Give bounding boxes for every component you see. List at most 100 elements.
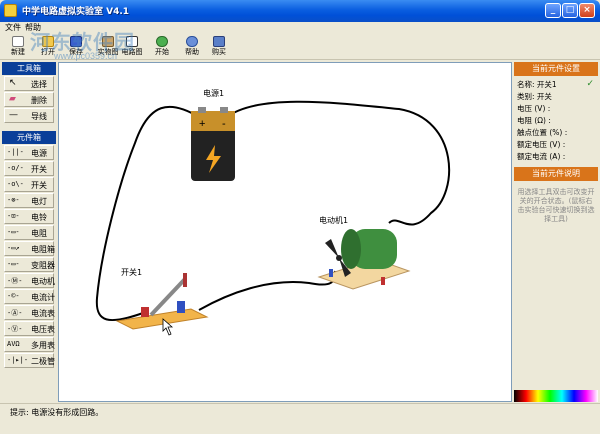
- prop-category: 类别: 开关: [514, 91, 598, 103]
- component-settings-title: 当前元件设置: [514, 62, 598, 76]
- prop-resistance[interactable]: 电阻 (Ω) :: [514, 115, 598, 127]
- schematic-icon: [126, 36, 138, 47]
- status-text: 提示: 电源没有形成回路。: [10, 408, 104, 417]
- tool-wire[interactable]: — 导线: [4, 108, 54, 123]
- switch-symbol-icon: -o\-: [7, 180, 24, 188]
- motor-symbol-icon: -Ⓜ-: [7, 277, 23, 285]
- prop-contact-position[interactable]: 触点位置 (%) :: [514, 127, 598, 139]
- component-label: 电铃: [31, 213, 47, 222]
- component-bell[interactable]: -⊡- 电铃: [4, 209, 54, 224]
- buy-button[interactable]: 购买: [207, 35, 231, 59]
- ammeter-symbol-icon: -Ⓐ-: [7, 309, 23, 317]
- bell-symbol-icon: -⊡-: [7, 212, 20, 220]
- component-description: 用选择工具双击可改变开关的开合状态。(鼠标右击实验台可快速切换到选择工具): [517, 188, 595, 223]
- physical-view-button[interactable]: 实物图: [96, 35, 120, 59]
- app-icon: [4, 4, 17, 17]
- help-icon: [186, 36, 198, 47]
- component-lamp[interactable]: -⊗- 电灯: [4, 193, 54, 208]
- component-resistor[interactable]: -▭- 电阻: [4, 225, 54, 240]
- component-label: 电阻箱: [31, 245, 55, 254]
- prop-rated-voltage-label: 额定电压 (V) :: [517, 140, 566, 149]
- motor-label: 电动机1: [319, 215, 348, 225]
- open-label: 打开: [41, 48, 55, 56]
- component-switch-1[interactable]: -o/- 开关: [4, 161, 54, 176]
- prop-name-label: 名称: 开关1: [517, 80, 557, 89]
- tool-wire-label: 导线: [31, 112, 47, 121]
- component-label: 电动机: [31, 277, 55, 286]
- component-box: 元件箱 -||- 电源 -o/- 开关 -o\- 开关 -⊗- 电灯 -⊡- 电铃 -▭-…: [2, 131, 56, 368]
- menu-bar: 文件 帮助: [0, 22, 600, 34]
- prop-voltage-label: 电压 (V) :: [517, 104, 551, 113]
- new-label: 新建: [11, 48, 25, 56]
- physical-view-icon: [102, 36, 114, 47]
- status-bar: 提示: 电源没有形成回路。: [0, 403, 600, 434]
- component-multimeter[interactable]: AVΩ 多用表: [4, 337, 55, 352]
- rheostat-symbol-icon: -▭-: [7, 260, 20, 268]
- circuit-drawing: + - 电源1 电动机1 开关1: [95, 88, 451, 336]
- component-switch-2[interactable]: -o\- 开关: [4, 177, 54, 192]
- components-title: 元件箱: [2, 131, 56, 144]
- start-button[interactable]: 开始: [150, 35, 174, 59]
- lamp-symbol-icon: -⊗-: [7, 196, 20, 204]
- tool-select[interactable]: ↖ 选择: [4, 76, 54, 91]
- minimize-button[interactable]: _: [545, 3, 561, 18]
- close-button[interactable]: ×: [579, 3, 595, 18]
- component-label: 电源: [31, 149, 47, 158]
- buy-label: 购买: [212, 48, 226, 56]
- check-icon: ✓: [586, 79, 594, 89]
- left-panel: 工具箱 ↖ 选择 ▰ 删除 — 导线 元件箱 -||- 电源 -o/- 开关 -o\…: [2, 62, 56, 402]
- switch-label: 开关1: [121, 267, 142, 277]
- battery[interactable]: + -: [191, 107, 235, 181]
- toolbox-title: 工具箱: [2, 62, 56, 75]
- physical-view-label: 实物图: [97, 48, 119, 56]
- schematic-button[interactable]: 电路图: [120, 35, 144, 59]
- help-label: 帮助: [185, 48, 199, 56]
- menu-file[interactable]: 文件: [5, 22, 21, 33]
- battery-label: 电源1: [203, 88, 224, 98]
- component-label: 电阻: [31, 229, 47, 238]
- save-icon: [70, 36, 82, 47]
- prop-rated-current-label: 额定电流 (A) :: [517, 152, 566, 161]
- component-resistor-box[interactable]: -▭↗ 电阻箱: [4, 241, 55, 256]
- tool-delete[interactable]: ▰ 删除: [4, 92, 54, 107]
- wire-icon: —: [9, 110, 18, 120]
- prop-voltage[interactable]: 电压 (V) :: [514, 103, 598, 115]
- tool-delete-label: 删除: [31, 96, 47, 105]
- component-label: 开关: [31, 165, 47, 174]
- battery-minus: -: [222, 118, 226, 130]
- prop-rated-voltage[interactable]: 额定电压 (V) :: [514, 139, 598, 151]
- component-diode[interactable]: -|▸|- 二极管: [4, 353, 55, 368]
- start-icon: [156, 36, 168, 47]
- resistor-box-symbol-icon: -▭↗: [7, 244, 20, 252]
- prop-contact-label: 触点位置 (%) :: [517, 128, 568, 137]
- prop-rated-current[interactable]: 额定电流 (A) :: [514, 151, 598, 163]
- component-ammeter[interactable]: -Ⓐ- 电流表: [4, 305, 55, 320]
- menu-help[interactable]: 帮助: [25, 22, 41, 33]
- right-panel: 当前元件设置 名称: 开关1 ✓ 类别: 开关 电压 (V) : 电阻 (Ω) …: [514, 62, 598, 402]
- component-label: 二极管: [31, 357, 55, 366]
- tool-select-label: 选择: [31, 80, 47, 89]
- motor[interactable]: [317, 229, 411, 290]
- maximize-button[interactable]: □: [562, 3, 578, 18]
- component-voltmeter[interactable]: -Ⓥ- 电压表: [4, 321, 55, 336]
- galvanometer-symbol-icon: -©-: [7, 292, 20, 300]
- prop-resistance-label: 电阻 (Ω) :: [517, 116, 551, 125]
- diode-symbol-icon: -|▸|-: [7, 356, 29, 364]
- wire: [95, 105, 200, 321]
- component-power[interactable]: -||- 电源: [4, 145, 54, 160]
- component-label: 电流表: [31, 309, 55, 318]
- buy-icon: [213, 36, 225, 47]
- new-button[interactable]: 新建: [6, 35, 30, 59]
- open-folder-icon: [42, 36, 54, 47]
- save-button[interactable]: 保存: [64, 35, 88, 59]
- open-button[interactable]: 打开: [36, 35, 60, 59]
- workbench-canvas[interactable]: + - 电源1 电动机1 开关1: [58, 62, 512, 402]
- component-galvanometer[interactable]: -©- 电流计: [4, 289, 55, 304]
- color-palette[interactable]: [514, 390, 598, 402]
- new-doc-icon: [12, 36, 24, 47]
- component-motor[interactable]: -Ⓜ- 电动机: [4, 273, 55, 288]
- help-button[interactable]: 帮助: [180, 35, 204, 59]
- knife-switch[interactable]: [115, 273, 209, 336]
- component-rheostat[interactable]: -▭- 变阻器: [4, 257, 55, 272]
- window-title: 中学电路虚拟实验室 V4.1: [22, 7, 130, 17]
